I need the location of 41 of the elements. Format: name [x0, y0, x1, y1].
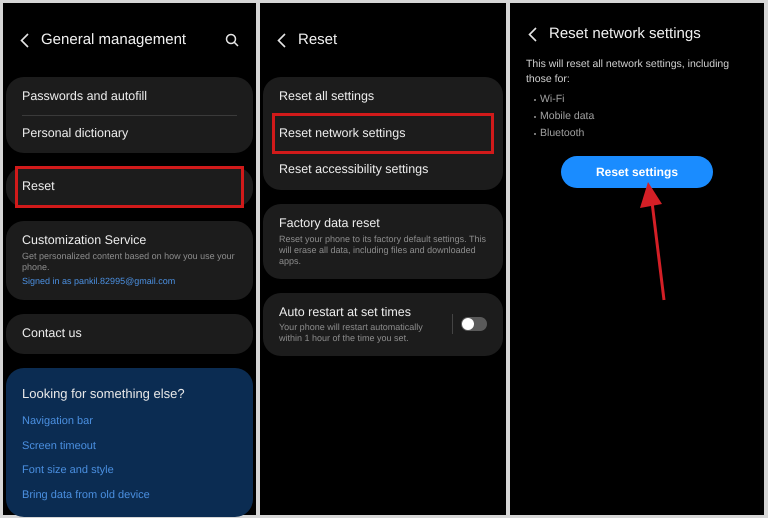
item-label: Reset network settings [279, 126, 406, 142]
settings-item[interactable]: Factory data reset Reset your phone to its factory default settings. This will erase all data, including files and downloaded apps. [275, 206, 491, 276]
suggestion-link[interactable]: Bring data from old device [22, 486, 237, 504]
settings-item[interactable]: Customization Service Get personalized content based on how you use your phone. Signed in as pankil.82995@gmail.com [18, 222, 241, 298]
network-type: Mobile data [540, 108, 594, 124]
screen-title: Reset network settings [549, 24, 701, 44]
item-label: Contact us [22, 326, 83, 342]
settings-item[interactable]: Reset all settings [275, 79, 491, 115]
screen-title: Reset [298, 30, 338, 50]
settings-item[interactable]: Reset accessibility settings [275, 152, 491, 188]
settings-item[interactable]: Personal dictionary [18, 116, 241, 152]
item-description: Reset your phone to its factory default settings. This will erase all data, including files and downloaded apps. [279, 234, 487, 266]
item-label: Reset [22, 179, 56, 195]
settings-item[interactable]: Contact us [18, 316, 241, 352]
item-label: Customization Service [22, 232, 148, 248]
suggestion-link[interactable]: Navigation bar [22, 413, 237, 430]
item-label: Reset all settings [279, 89, 376, 105]
settings-item[interactable]: Reset network settings [275, 116, 491, 152]
item-description: Get personalized content based on how you use your phone. [22, 250, 236, 272]
item-label: Auto restart at set times [279, 304, 412, 320]
settings-item[interactable]: Reset [18, 169, 241, 205]
item-label: Factory data reset [279, 216, 381, 232]
suggestion-link[interactable]: Font size and style [22, 462, 237, 479]
settings-item[interactable]: Auto restart at set times Your phone will restart automatically within 1 hour of the time you set. [275, 294, 491, 354]
description-text: This will reset all network settings, including those for: [526, 57, 730, 87]
account-link[interactable]: Signed in as pankil.82995@gmail.com [22, 274, 237, 288]
back-icon[interactable] [20, 32, 29, 48]
suggestions-title: Looking for something else? [22, 384, 186, 403]
network-type: Bluetooth [540, 126, 584, 141]
suggestion-link[interactable]: Screen timeout [22, 438, 237, 454]
search-icon[interactable] [225, 33, 239, 47]
settings-item[interactable]: Passwords and autofill [18, 79, 241, 115]
item-label: Personal dictionary [22, 126, 130, 142]
back-icon[interactable] [528, 26, 537, 42]
item-label: Reset accessibility settings [279, 162, 430, 178]
item-label: Passwords and autofill [22, 89, 148, 105]
toggle-switch[interactable] [461, 317, 487, 332]
screen-title: General management [41, 30, 188, 50]
network-type: Wi-Fi [540, 92, 564, 107]
back-icon[interactable] [277, 32, 286, 48]
item-description: Your phone will restart automatically within 1 hour of the time you set. [279, 322, 424, 344]
